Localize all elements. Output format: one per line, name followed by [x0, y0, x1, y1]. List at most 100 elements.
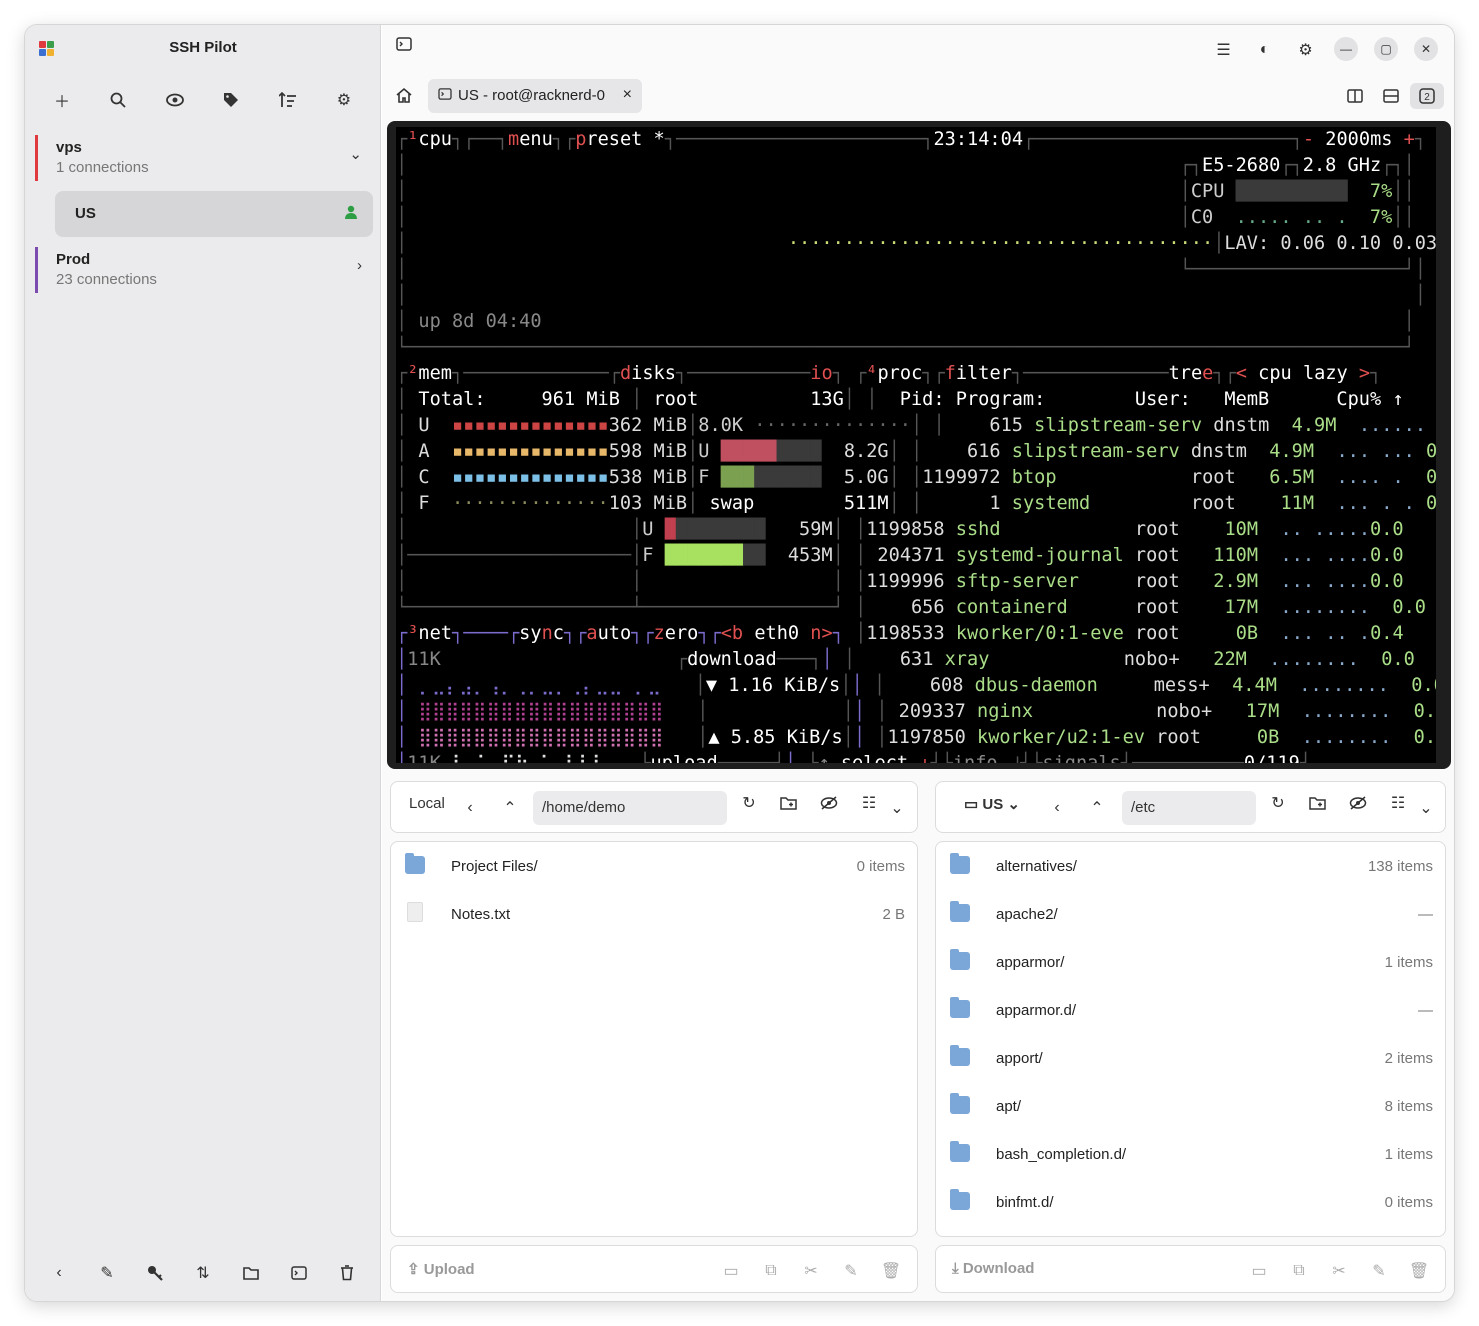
- group-prod[interactable]: Prod 23 connections ›: [35, 247, 372, 293]
- preferences-icon[interactable]: ⚙: [1287, 37, 1324, 63]
- list-item[interactable]: Notes.txt 2 B: [391, 892, 917, 940]
- list-view-icon[interactable]: ☷: [1380, 790, 1416, 816]
- terminal-line: ┌³net┐────┌sync┐┌auto┐┌zero┐┌<b eth0 n>┐…: [396, 621, 1436, 647]
- terminal-text: ██████: [754, 467, 822, 488]
- list-item[interactable]: bash_completion.d/1 items: [936, 1132, 1445, 1180]
- search-icon[interactable]: [99, 87, 137, 113]
- terminal-line: │────────────────────│F █████████ 453M│ …: [396, 543, 1436, 569]
- up-icon[interactable]: ⌃: [491, 795, 529, 821]
- remote-host-selector[interactable]: ▭ US ⌄: [964, 795, 1020, 813]
- terminal-text: ²: [407, 363, 419, 384]
- paste-icon[interactable]: ▭: [1241, 1258, 1277, 1284]
- minimize-icon[interactable]: —: [1334, 37, 1358, 61]
- rename-icon[interactable]: ✎: [833, 1258, 869, 1284]
- terminal-text: ┐───────────: [675, 363, 811, 384]
- contrast-icon[interactable]: ◐: [1246, 37, 1283, 63]
- sort-icon[interactable]: [269, 87, 307, 113]
- delete-icon[interactable]: 🗑: [1401, 1258, 1437, 1284]
- terminal-text: uto: [597, 623, 632, 644]
- key-icon[interactable]: [136, 1260, 174, 1286]
- terminal-text: 615: [944, 415, 1035, 436]
- terminal-icon[interactable]: [396, 37, 412, 56]
- terminal-text: cpu lazy: [1246, 363, 1359, 384]
- terminal-text: │: [697, 727, 709, 748]
- hidden-files-icon[interactable]: [1340, 790, 1376, 816]
- new-folder-icon[interactable]: [771, 790, 807, 816]
- split-vertical-icon[interactable]: [1338, 83, 1372, 109]
- list-item[interactable]: Project Files/ 0 items: [391, 844, 917, 892]
- terminal-icon[interactable]: [280, 1260, 318, 1286]
- eye-icon[interactable]: [156, 87, 194, 113]
- terminal-line: │ ⡀⣀⡄⣠⡀⢠⡀⢀⡀⣀⡀⢀⡄⣀⣀ ⡀⣀ │▼ 1.16 KiB/s││ │ 6…: [396, 673, 1436, 699]
- gear-icon[interactable]: ⚙: [325, 87, 363, 113]
- back-icon[interactable]: ‹: [1038, 795, 1076, 821]
- cut-icon[interactable]: ✂: [1321, 1258, 1357, 1284]
- terminal-text: 0.9: [1426, 467, 1436, 488]
- remote-path-input[interactable]: /etc: [1122, 791, 1256, 825]
- terminal-text: │: [619, 389, 643, 410]
- close-icon[interactable]: ✕: [1414, 37, 1438, 61]
- new-folder-icon[interactable]: [1300, 790, 1336, 816]
- terminal-text: ⣿⣿⣿⣿⣿⣿⣿⣿⣿⣿⣿⣿⣿⣿⣿⣿⣿⣿: [407, 701, 664, 722]
- folder-icon[interactable]: [232, 1260, 270, 1286]
- maximize-icon[interactable]: ▢: [1374, 37, 1398, 61]
- tag-icon[interactable]: [212, 87, 250, 113]
- refresh-icon[interactable]: ↻: [731, 790, 767, 816]
- terminal-text: ┌┐: [1280, 155, 1303, 176]
- collapse-icon[interactable]: ‹: [40, 1260, 78, 1286]
- list-item[interactable]: apache2/ —: [936, 892, 1445, 940]
- terminal-text: │: [911, 467, 923, 488]
- paste-icon[interactable]: ▭: [713, 1258, 749, 1284]
- transfer-icon[interactable]: ⇅: [184, 1260, 222, 1286]
- list-view-icon[interactable]: ☷: [851, 790, 887, 816]
- file-name: apparmor/: [996, 954, 1065, 971]
- chevron-down-icon[interactable]: ⌄: [1416, 795, 1436, 821]
- local-path-input[interactable]: /home/demo: [533, 791, 727, 825]
- upload-button[interactable]: ⇪ Upload: [407, 1260, 475, 1278]
- terminal-text: btop: [1011, 467, 1180, 488]
- terminal-text: <b: [720, 623, 744, 644]
- rename-icon[interactable]: ✎: [1361, 1258, 1397, 1284]
- trash-icon[interactable]: [328, 1260, 366, 1286]
- chevron-down-icon[interactable]: ⌄: [349, 145, 362, 163]
- delete-icon[interactable]: 🗑: [873, 1258, 909, 1284]
- list-item[interactable]: apparmor.d/ —: [936, 988, 1445, 1036]
- hidden-files-icon[interactable]: [811, 790, 847, 816]
- tab-close-icon[interactable]: ×: [623, 86, 632, 104]
- terminal-text: ........: [1258, 597, 1370, 618]
- menu-icon[interactable]: ☰: [1205, 37, 1242, 63]
- terminal-output[interactable]: ┌¹cpu┐┌──┐menu┐┌preset *┐───────────────…: [396, 127, 1436, 763]
- refresh-icon[interactable]: ↻: [1260, 790, 1296, 816]
- tab-us-terminal[interactable]: US - root@racknerd-0 ×: [428, 79, 642, 113]
- terminal-text: 0.0: [1411, 675, 1436, 696]
- copy-icon[interactable]: ⧉: [1281, 1258, 1317, 1284]
- copy-icon[interactable]: ⧉: [753, 1258, 789, 1284]
- home-icon[interactable]: [396, 87, 412, 108]
- terminal-line: └───────────────────────────────────────…: [396, 335, 1436, 361]
- split-horizontal-icon[interactable]: [1374, 83, 1408, 109]
- terminal-text: │: [396, 259, 408, 280]
- up-icon[interactable]: ⌃: [1078, 795, 1116, 821]
- group-vps[interactable]: vps 1 connections ⌄: [35, 135, 372, 181]
- edit-icon[interactable]: ✎: [88, 1260, 126, 1286]
- cut-icon[interactable]: ✂: [793, 1258, 829, 1284]
- list-item[interactable]: alternatives/138 items: [936, 844, 1445, 892]
- remote-action-bar: ⤓ Download ▭ ⧉ ✂ ✎ 🗑: [935, 1245, 1446, 1293]
- download-button[interactable]: ⤓ Download: [952, 1260, 1034, 1277]
- tab-count-icon[interactable]: 2: [1410, 83, 1444, 109]
- terminal-line: │11K ┌download───┐│ │ 631 xray nobo+ 22M…: [396, 647, 1436, 673]
- add-icon[interactable]: ＋: [43, 87, 81, 113]
- list-item[interactable]: binfmt.d/0 items: [936, 1180, 1445, 1228]
- chevron-right-icon[interactable]: ›: [357, 257, 362, 274]
- terminal-text: ███: [720, 467, 755, 488]
- chevron-down-icon[interactable]: ⌄: [887, 795, 907, 821]
- list-item[interactable]: apport/2 items: [936, 1036, 1445, 1084]
- list-item[interactable]: apt/8 items: [936, 1084, 1445, 1132]
- file-count: 2 items: [1384, 1050, 1433, 1067]
- list-item[interactable]: apparmor/1 items: [936, 940, 1445, 988]
- back-icon[interactable]: ‹: [451, 795, 489, 821]
- terminal-view[interactable]: ┌¹cpu┐┌──┐menu┐┌preset *┐───────────────…: [387, 121, 1451, 769]
- connection-item-us[interactable]: US: [55, 191, 373, 237]
- terminal-text: 1199972: [922, 467, 1012, 488]
